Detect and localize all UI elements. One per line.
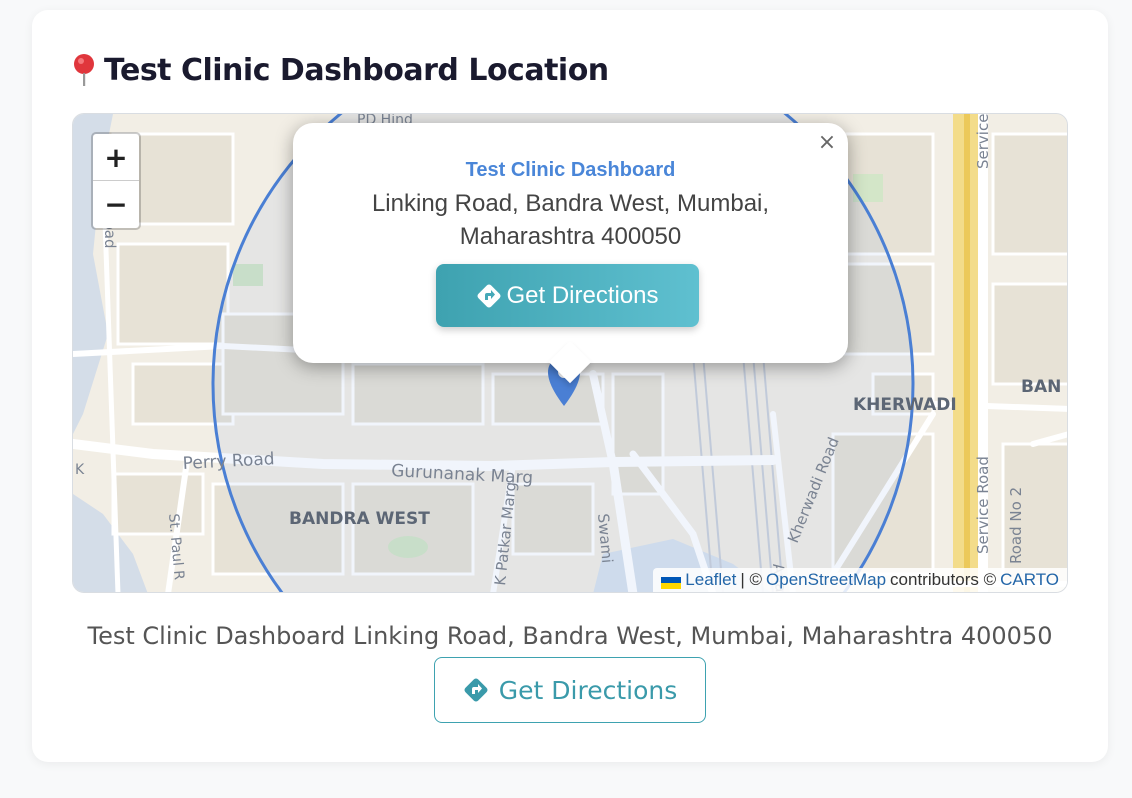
attribution-contributors: contributors © xyxy=(890,570,997,589)
directions-icon xyxy=(463,677,489,703)
popup-get-directions-button[interactable]: Get Directions xyxy=(436,264,699,327)
card-title-text: Test Clinic Dashboard Location xyxy=(104,52,609,88)
card-title: Test Clinic Dashboard Location xyxy=(72,50,609,90)
get-directions-label: Get Directions xyxy=(498,675,678,705)
map-view[interactable]: Perry Road Gurunanak Marg BANDRA WEST KH… xyxy=(72,113,1068,593)
map-label-service-road-2: Service Road xyxy=(974,456,992,554)
map-label-bandra-west: BANDRA WEST xyxy=(289,509,430,529)
map-popup: × Test Clinic Dashboard Linking Road, Ba… xyxy=(293,123,848,384)
directions-icon xyxy=(476,283,502,309)
leaflet-link[interactable]: Leaflet xyxy=(685,570,736,590)
openstreetmap-link[interactable]: OpenStreetMap xyxy=(766,570,886,590)
zoom-in-button[interactable]: + xyxy=(93,134,139,181)
zoom-control: + − xyxy=(91,132,141,230)
map-label-service-road-1: Service R xyxy=(974,114,992,169)
map-attribution: Leaflet | © OpenStreetMap contributors ©… xyxy=(653,568,1067,592)
map-label-road-no-2: Road No 2 xyxy=(1007,487,1025,564)
map-pin-icon xyxy=(72,53,96,87)
get-directions-button[interactable]: Get Directions xyxy=(434,657,706,723)
map-label-ban: BAN xyxy=(1021,377,1061,397)
popup-close-button[interactable]: × xyxy=(816,131,838,155)
popup-address: Linking Road, Bandra West, Mumbai, Mahar… xyxy=(371,190,770,250)
attribution-separator: | © xyxy=(740,570,763,589)
popup-get-directions-label: Get Directions xyxy=(506,281,659,309)
zoom-out-button[interactable]: − xyxy=(93,181,139,228)
carto-link[interactable]: CARTO xyxy=(1000,570,1059,590)
clinic-address: Test Clinic Dashboard Linking Road, Band… xyxy=(87,622,1053,650)
popup-clinic-name: Test Clinic Dashboard xyxy=(465,159,676,181)
map-label-kherwadi: KHERWADI xyxy=(853,395,957,415)
map-label-k: K xyxy=(75,462,85,478)
location-card: Test Clinic Dashboard Location Perry Roa… xyxy=(32,10,1108,762)
ukraine-flag-icon xyxy=(661,574,682,589)
